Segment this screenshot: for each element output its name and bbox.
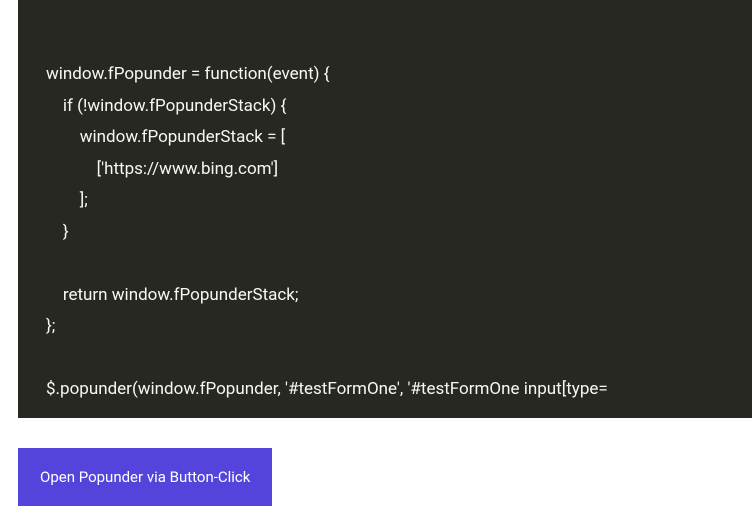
code-block: window.fPopunder = function(event) { if … bbox=[18, 0, 752, 418]
open-popunder-button[interactable]: Open Popunder via Button-Click bbox=[18, 448, 272, 506]
